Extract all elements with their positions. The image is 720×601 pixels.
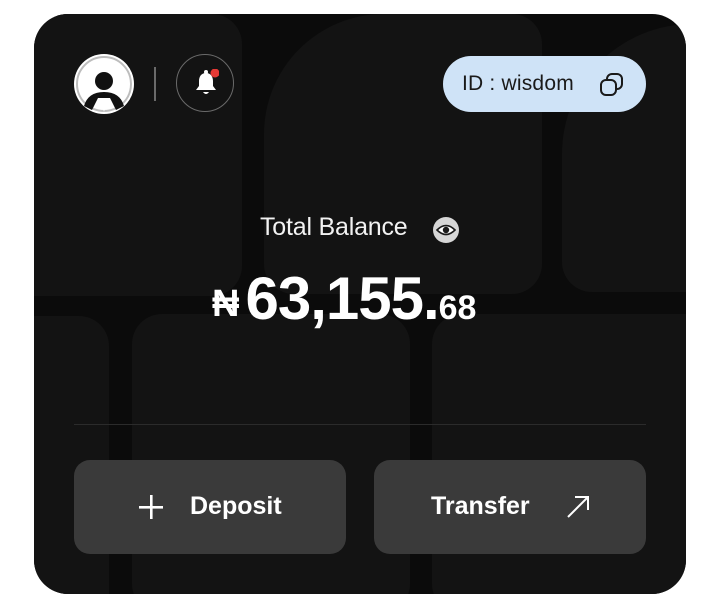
eye-icon[interactable]: [432, 216, 460, 244]
bell-icon: [196, 69, 219, 94]
balance-amount: ₦ 63,155.68: [212, 264, 476, 334]
balance-major: 63,155.: [245, 265, 439, 332]
total-balance-label: Total Balance: [260, 213, 408, 241]
plus-icon: [139, 495, 163, 519]
arrow-up-right-icon: [567, 496, 589, 518]
transfer-button[interactable]: Transfer: [374, 460, 646, 554]
account-id-pill[interactable]: ID : wisdom: [443, 56, 646, 112]
deposit-label: Deposit: [190, 492, 282, 520]
notification-button[interactable]: [176, 54, 234, 112]
account-id-label: ID : wisdom: [462, 72, 574, 95]
copy-icon[interactable]: [598, 71, 626, 99]
avatar[interactable]: [74, 54, 134, 114]
balance-minor: 68: [438, 289, 477, 327]
header-divider: [154, 67, 156, 101]
currency-symbol: ₦: [212, 283, 240, 325]
deposit-button[interactable]: Deposit: [74, 460, 346, 554]
transfer-label: Transfer: [431, 492, 530, 520]
section-divider: [74, 424, 646, 425]
balance-card: ID : wisdom Total Balance ₦ 63,155.68 Dep…: [34, 14, 686, 594]
user-icon: [76, 56, 132, 112]
